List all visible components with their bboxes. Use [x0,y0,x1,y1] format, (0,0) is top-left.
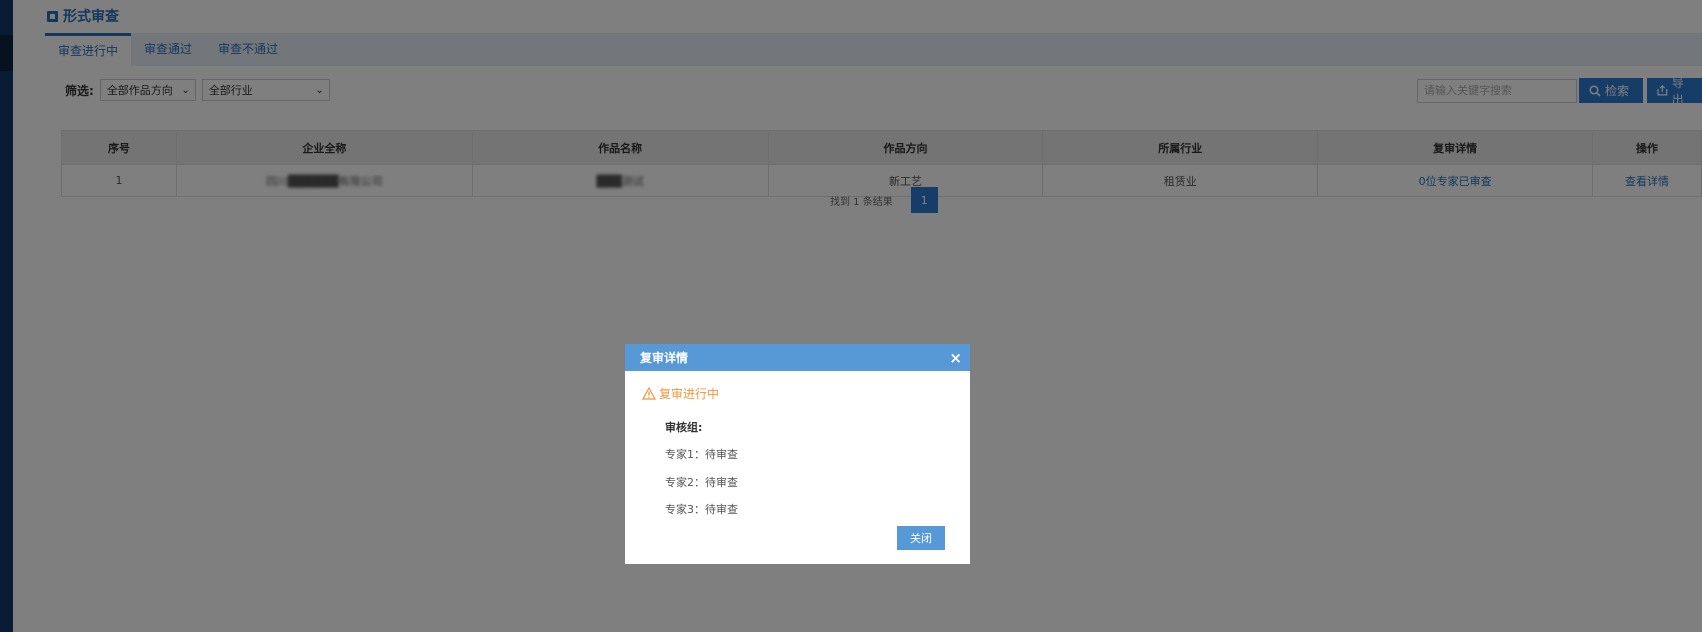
page: 形式审查 审查进行中 审查通过 审查不通过 筛选: 全部作品方向 ⌄ 全部行业 … [0,0,1702,632]
modal-header: 复审详情 × [625,344,970,371]
modal-title: 复审详情 [640,351,689,365]
close-icon[interactable]: × [949,349,962,367]
modal-status: 复审进行中 [642,385,719,402]
review-detail-modal: 复审详情 × 复审进行中 审核组: 专家1：待审查 专家2：待审查 专家3：待审… [625,344,970,564]
expert-item: 专家2：待审查 [665,476,738,489]
review-group-label: 审核组: [665,421,703,434]
modal-status-text: 复审进行中 [659,387,720,401]
close-button[interactable]: 关闭 [897,526,945,550]
warning-icon [642,387,656,400]
expert-item: 专家1：待审查 [665,448,738,461]
expert-item: 专家3：待审查 [665,503,738,516]
